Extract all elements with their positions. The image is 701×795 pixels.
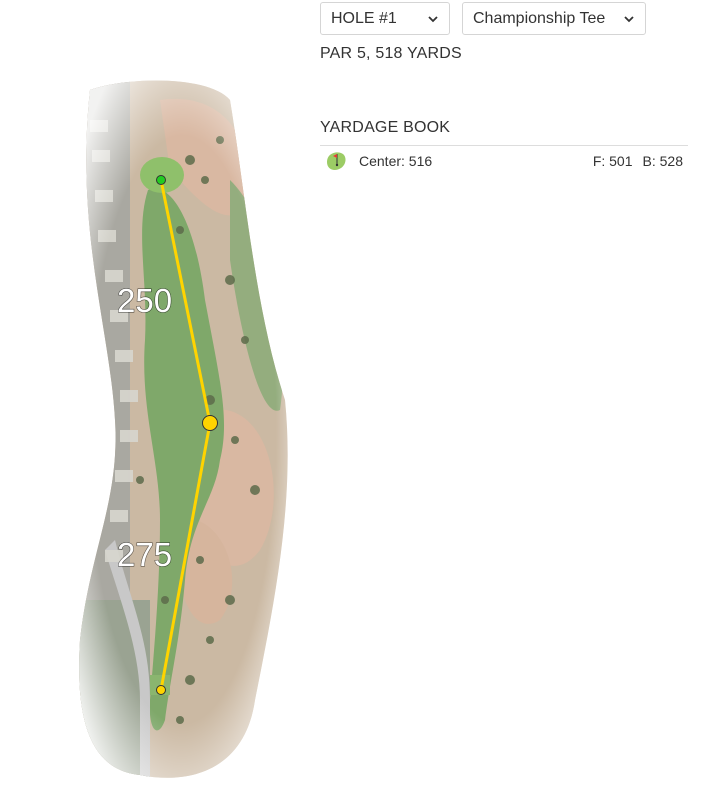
distance-label-275: 275 [117, 536, 172, 573]
hole-select[interactable]: HOLE #1 [320, 2, 450, 35]
yardage-book-row[interactable]: Center: 516 F: 501 B: 528 [320, 146, 688, 176]
hole-map[interactable]: 250 275 [70, 80, 294, 780]
hole-info-panel: HOLE #1 Championship Tee PAR 5, 518 YARD… [320, 2, 690, 176]
tee-marker[interactable] [156, 685, 166, 695]
green-flag-icon [327, 152, 346, 170]
front-distance: F: 501 [592, 153, 633, 169]
center-distance: Center: 516 [359, 153, 433, 169]
hole-map-svg[interactable]: 250 275 [70, 80, 294, 780]
target-marker[interactable] [202, 415, 218, 431]
back-distance: B: 528 [642, 153, 683, 169]
tee-select[interactable]: Championship Tee [462, 2, 646, 35]
tee-select-value: Championship Tee [473, 9, 606, 27]
hole-par-yardage: PAR 5, 518 YARDS [320, 45, 462, 62]
hole-select-value: HOLE #1 [331, 9, 397, 27]
chevron-down-icon [624, 15, 634, 22]
hole-selectors: HOLE #1 Championship Tee [320, 2, 690, 35]
chevron-down-icon [428, 15, 438, 22]
yardage-book-title: YARDAGE BOOK [320, 119, 688, 146]
pin-marker[interactable] [156, 175, 166, 185]
distance-label-250: 250 [117, 282, 172, 319]
